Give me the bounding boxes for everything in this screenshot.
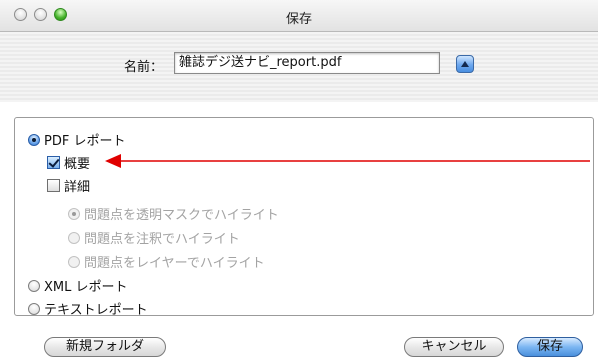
annotation-arrow-icon: [105, 154, 590, 168]
cancel-button[interactable]: キャンセル: [404, 337, 504, 357]
save-dialog: 保存 名前： 雑誌デジ送ナビ_report.pdf PDF レポート 概要 詳細…: [0, 0, 598, 363]
save-button[interactable]: 保存: [517, 337, 583, 357]
new-folder-button[interactable]: 新規フォルダ: [44, 337, 166, 357]
